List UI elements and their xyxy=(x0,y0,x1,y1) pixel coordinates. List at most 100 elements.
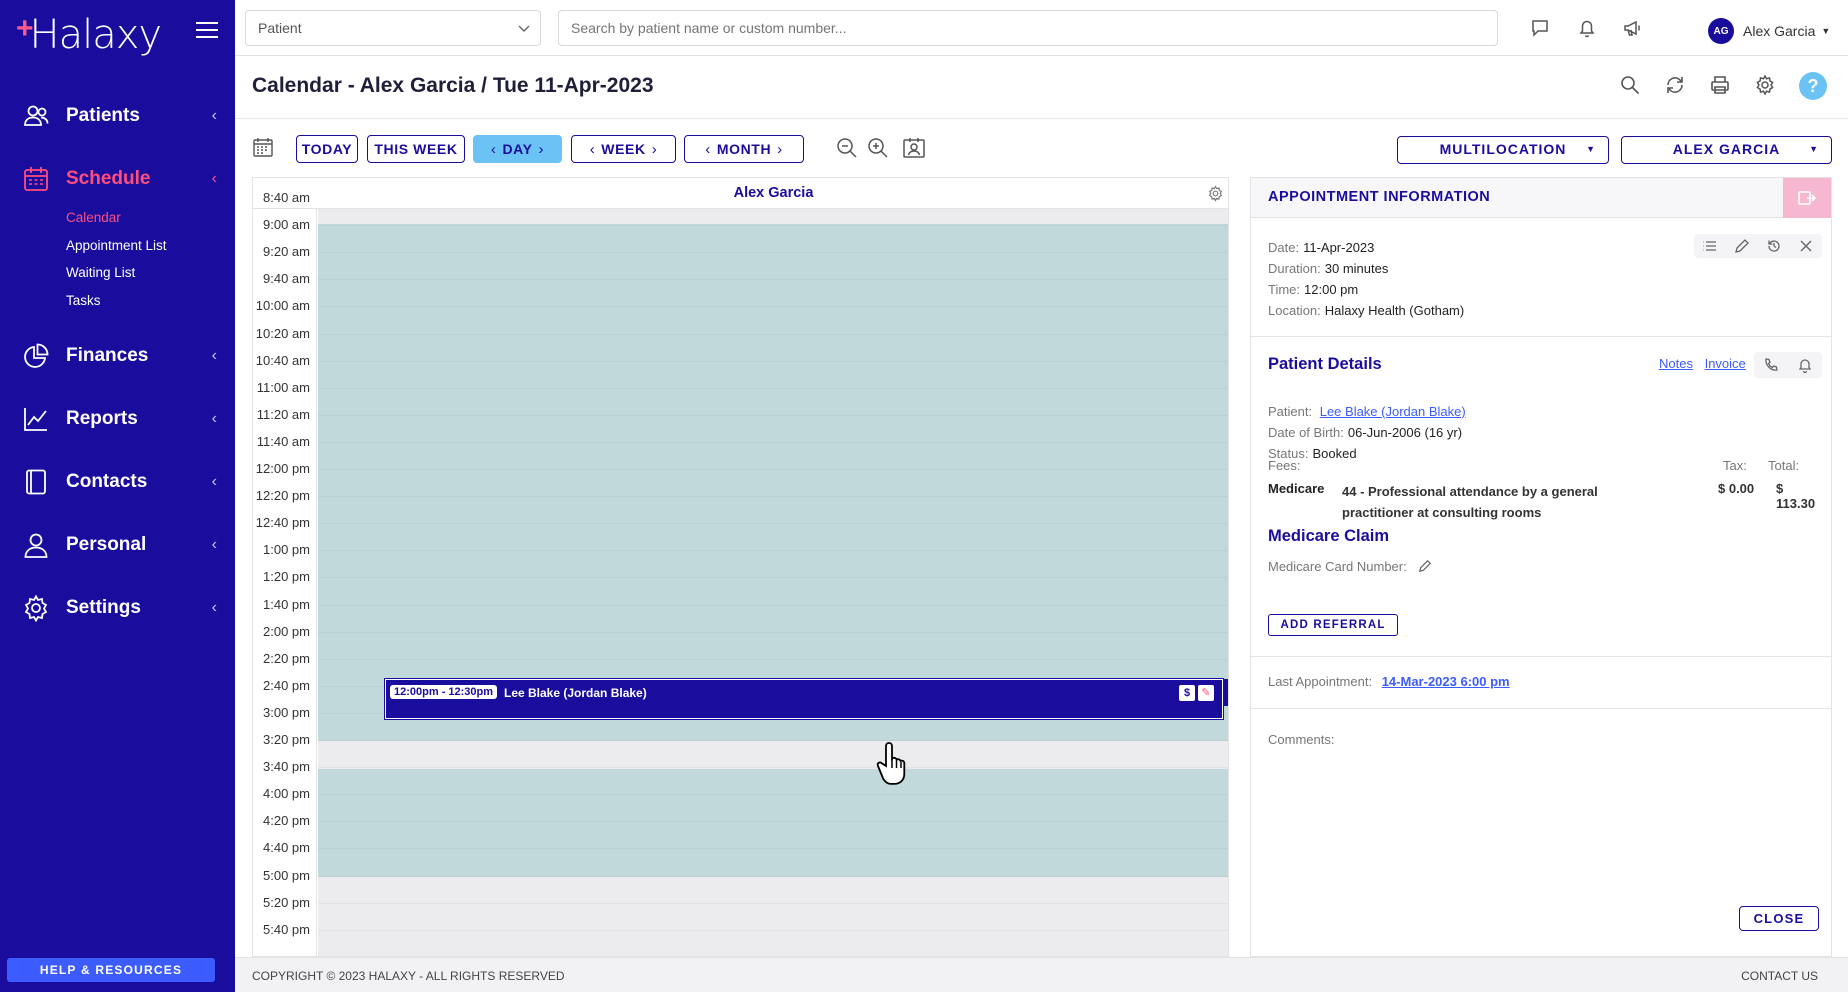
list-icon[interactable] xyxy=(1702,238,1718,254)
day-view-button[interactable]: ‹ DAY › xyxy=(473,135,562,163)
practitioner-column-title: Alex Garcia xyxy=(733,185,814,201)
month-view-button[interactable]: ‹ MONTH › xyxy=(684,135,804,163)
row-divider xyxy=(318,659,1228,660)
subnav-item-tasks[interactable]: Tasks xyxy=(66,287,235,315)
chevron-left-icon: ‹ xyxy=(211,598,217,616)
sidebar-item-schedule[interactable]: Schedule ‹ xyxy=(0,147,235,210)
bell-icon[interactable] xyxy=(1797,357,1813,373)
row-divider xyxy=(318,252,1228,253)
zoom-out-icon[interactable] xyxy=(835,136,859,160)
calendar-picker-icon[interactable] xyxy=(252,136,274,158)
patient-select-value: Patient xyxy=(258,20,302,36)
multilocation-dropdown[interactable]: MULTILOCATION ▼ xyxy=(1397,136,1609,164)
last-appointment-link[interactable]: 14-Mar-2023 6:00 pm xyxy=(1382,674,1510,689)
sidebar-item-reports[interactable]: Reports ‹ xyxy=(0,387,235,450)
user-icon xyxy=(24,533,48,558)
row-divider xyxy=(318,523,1228,524)
chevron-right-icon[interactable]: › xyxy=(771,141,789,158)
chevron-right-icon[interactable]: › xyxy=(533,141,551,158)
chevron-left-icon[interactable]: ‹ xyxy=(485,141,503,158)
unavailable-block[interactable] xyxy=(318,741,1228,769)
sidebar-item-finances[interactable]: Finances ‹ xyxy=(0,324,235,387)
time-label: 4:00 pm xyxy=(263,786,310,802)
subnav-item-waiting-list[interactable]: Waiting List xyxy=(66,259,235,287)
patient-name: Patient: Lee Blake (Jordan Blake) xyxy=(1268,404,1466,419)
close-icon[interactable] xyxy=(1798,238,1814,254)
pencil-icon[interactable] xyxy=(1418,559,1432,573)
page-title: Calendar - Alex Garcia / Tue 11-Apr-2023 xyxy=(252,74,654,97)
chevron-left-icon[interactable]: ‹ xyxy=(584,141,602,158)
practitioner-dropdown[interactable]: ALEX GARCIA ▼ xyxy=(1621,136,1832,164)
user-name: Alex Garcia xyxy=(1743,23,1816,39)
comments-label: Comments: xyxy=(1268,732,1335,747)
chevron-left-icon[interactable]: ‹ xyxy=(699,141,717,158)
pencil-icon[interactable] xyxy=(1734,238,1750,254)
row-divider xyxy=(318,632,1228,633)
time-label: 3:00 pm xyxy=(263,704,310,720)
sidebar-item-personal[interactable]: Personal ‹ xyxy=(0,513,235,576)
appointment-slot-highlight xyxy=(1224,679,1228,706)
help-icon[interactable]: ? xyxy=(1799,72,1827,100)
row-divider xyxy=(318,767,1228,768)
halaxy-logo[interactable]: + Halaxy xyxy=(16,10,162,60)
available-block[interactable] xyxy=(318,769,1228,877)
chevron-left-icon: ‹ xyxy=(211,106,217,124)
time-label: 2:00 pm xyxy=(263,623,310,639)
check-out-button[interactable] xyxy=(1783,178,1831,218)
appointment-block[interactable]: 12:00pm - 12:30pm Lee Blake (Jordan Blak… xyxy=(385,679,1223,719)
contact-us-link[interactable]: CONTACT US xyxy=(1741,969,1818,983)
day-calendar: Alex Garcia 8:40 am 9:00 am 9:20 am 9:40 am… xyxy=(252,177,1229,957)
pencil-icon[interactable]: ✎ xyxy=(1198,685,1214,701)
refresh-icon[interactable] xyxy=(1664,74,1686,96)
chat-icon[interactable] xyxy=(1529,17,1551,39)
row-divider xyxy=(318,821,1228,822)
fees-header: Fees: Tax: Total: xyxy=(1268,458,1823,473)
user-menu[interactable]: AG Alex Garcia ▼ xyxy=(1708,18,1830,44)
unavailable-block[interactable] xyxy=(318,209,1228,224)
contact-card-icon[interactable] xyxy=(902,136,926,160)
phone-icon[interactable] xyxy=(1763,357,1779,373)
appointment-location: Location: Halaxy Health (Gotham) xyxy=(1268,303,1465,318)
bell-icon[interactable] xyxy=(1576,17,1598,39)
fee-total: $ 113.30 xyxy=(1776,481,1816,511)
gear-icon[interactable] xyxy=(1207,185,1224,202)
users-icon xyxy=(24,105,49,126)
patient-link[interactable]: Lee Blake (Jordan Blake) xyxy=(1320,404,1466,419)
sidebar-item-patients[interactable]: Patients ‹ xyxy=(0,84,235,147)
row-divider xyxy=(318,577,1228,578)
this-week-button[interactable]: THIS WEEK xyxy=(367,135,465,163)
search-input[interactable] xyxy=(558,10,1498,46)
week-view-button[interactable]: ‹ WEEK › xyxy=(571,135,676,163)
search-icon[interactable] xyxy=(1619,74,1641,96)
time-label: 12:20 pm xyxy=(255,488,310,504)
zoom-in-icon[interactable] xyxy=(866,136,890,160)
fee-tax: $ 0.00 xyxy=(1718,481,1755,496)
history-icon[interactable] xyxy=(1766,238,1782,254)
sidebar-item-contacts[interactable]: Contacts ‹ xyxy=(0,450,235,513)
row-divider xyxy=(318,740,1228,741)
available-block[interactable] xyxy=(318,224,1228,741)
megaphone-icon[interactable] xyxy=(1622,17,1644,39)
printer-icon[interactable] xyxy=(1709,74,1731,96)
sidebar-item-settings[interactable]: Settings ‹ xyxy=(0,576,235,639)
sidebar-item-label: Personal xyxy=(66,533,147,555)
unavailable-block[interactable] xyxy=(318,877,1228,956)
caret-down-icon: ▼ xyxy=(1586,144,1596,154)
subnav-item-appointment-list[interactable]: Appointment List xyxy=(66,232,235,260)
close-button[interactable]: CLOSE xyxy=(1739,906,1819,931)
dollar-icon[interactable]: $ xyxy=(1179,685,1195,701)
gear-icon[interactable] xyxy=(1754,74,1776,96)
hamburger-menu-icon[interactable] xyxy=(196,22,218,40)
calendar-icon xyxy=(24,166,48,191)
chevron-right-icon[interactable]: › xyxy=(646,141,664,158)
today-button[interactable]: TODAY xyxy=(296,135,358,163)
help-resources-button[interactable]: HELP & RESOURCES xyxy=(7,958,215,982)
notes-link[interactable]: Notes xyxy=(1659,356,1693,371)
row-divider xyxy=(318,279,1228,280)
invoice-link[interactable]: Invoice xyxy=(1705,356,1746,371)
patient-select[interactable]: Patient xyxy=(245,10,541,46)
calendar-grid[interactable]: 12:00pm - 12:30pm Lee Blake (Jordan Blak… xyxy=(318,209,1228,956)
sidebar: + Halaxy Patients ‹ Schedule ‹ Calendar … xyxy=(0,0,235,992)
time-label: 11:20 am xyxy=(256,406,310,422)
add-referral-button[interactable]: ADD REFERRAL xyxy=(1268,614,1398,636)
